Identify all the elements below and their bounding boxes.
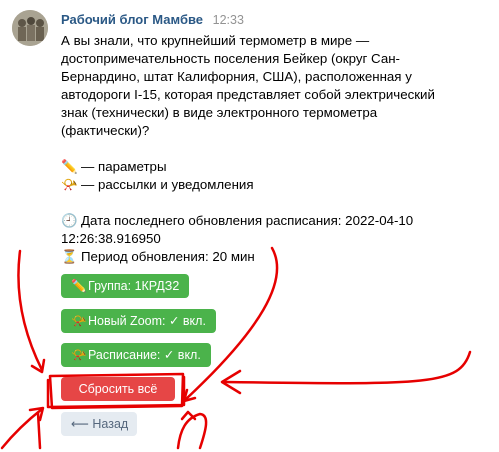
update-period: ⏳ Период обновления: 20 мин [61, 248, 481, 266]
last-update-label: Дата последнего обновления расписания: 2… [81, 213, 414, 228]
legend-parameters: ✏️ — параметры [61, 158, 481, 176]
arrow-bottom-left [0, 407, 44, 450]
message-text-line: автодороги I-15, которая представляет со… [61, 87, 435, 102]
stroke-bottom-left [36, 411, 42, 450]
arrow-left-top [17, 249, 44, 372]
message-text-line: (фактически)? [61, 123, 150, 138]
message-text: А вы знали, что крупнейший термометр в м… [61, 32, 481, 140]
schedule-toggle-label: Расписание: ✓ вкл. [88, 348, 201, 362]
author-name[interactable]: Рабочий блог Мамбве [61, 12, 203, 27]
arrow-right [223, 350, 472, 385]
post-header: Рабочий блог Мамбве 12:33 [61, 12, 244, 27]
arrowhead-right [220, 369, 242, 395]
arrowhead-bottom-center [180, 410, 197, 421]
reset-all-label: Сбросить всё [78, 382, 158, 396]
group-button-label: Группа: 1КРДЗ2 [88, 279, 180, 293]
reset-all-button[interactable]: Сбросить всё [61, 377, 175, 401]
message-text-line: знак (технически) в виде электронного те… [61, 105, 378, 120]
arrowhead-top-center [182, 388, 197, 403]
pencil-icon: ✏️ [71, 279, 87, 293]
channel-avatar[interactable] [12, 10, 48, 46]
clock-icon: 🕘 [61, 213, 78, 228]
back-button[interactable]: ⟵ Назад [61, 412, 137, 436]
zoom-toggle-label: Новый Zoom: ✓ вкл. [88, 314, 206, 328]
group-photo-icon [12, 10, 48, 46]
last-update: 🕘 Дата последнего обновления расписания: … [61, 212, 481, 230]
legend-parameters-label: — параметры [81, 159, 167, 174]
schedule-toggle-button[interactable]: 📯Расписание: ✓ вкл. [61, 343, 211, 367]
message-text-line: достопримечательность поселения Бейкер (… [61, 51, 400, 66]
arrowhead-bottom-left [28, 406, 45, 422]
back-button-label: ⟵ Назад [71, 417, 129, 431]
arrowhead-left-top [30, 358, 46, 374]
message-body: А вы знали, что крупнейший термометр в м… [61, 32, 481, 266]
update-period-label: Период обновления: 20 мин [81, 249, 255, 264]
message-text-line: А вы знали, что крупнейший термометр в м… [61, 33, 370, 48]
legend-notifications: 📯 — рассылки и уведомления [61, 176, 481, 194]
group-button[interactable]: ✏️Группа: 1КРДЗ2 [61, 274, 190, 298]
post-time[interactable]: 12:33 [213, 13, 244, 27]
message-text-line: Бернардино, штат Калифорния, США), распо… [61, 69, 412, 84]
hourglass-icon: ⏳ [61, 249, 78, 264]
horn-icon: 📯 [71, 348, 87, 362]
pencil-icon: ✏️ [61, 159, 78, 174]
last-update-time: 12:26:38.916950 [61, 231, 161, 246]
zoom-toggle-button[interactable]: 📯Новый Zoom: ✓ вкл. [61, 309, 216, 333]
horn-icon: 📯 [61, 177, 78, 192]
legend-notifications-label: — рассылки и уведомления [81, 177, 254, 192]
horn-icon: 📯 [71, 314, 87, 328]
arrow-bottom-center [176, 412, 208, 450]
